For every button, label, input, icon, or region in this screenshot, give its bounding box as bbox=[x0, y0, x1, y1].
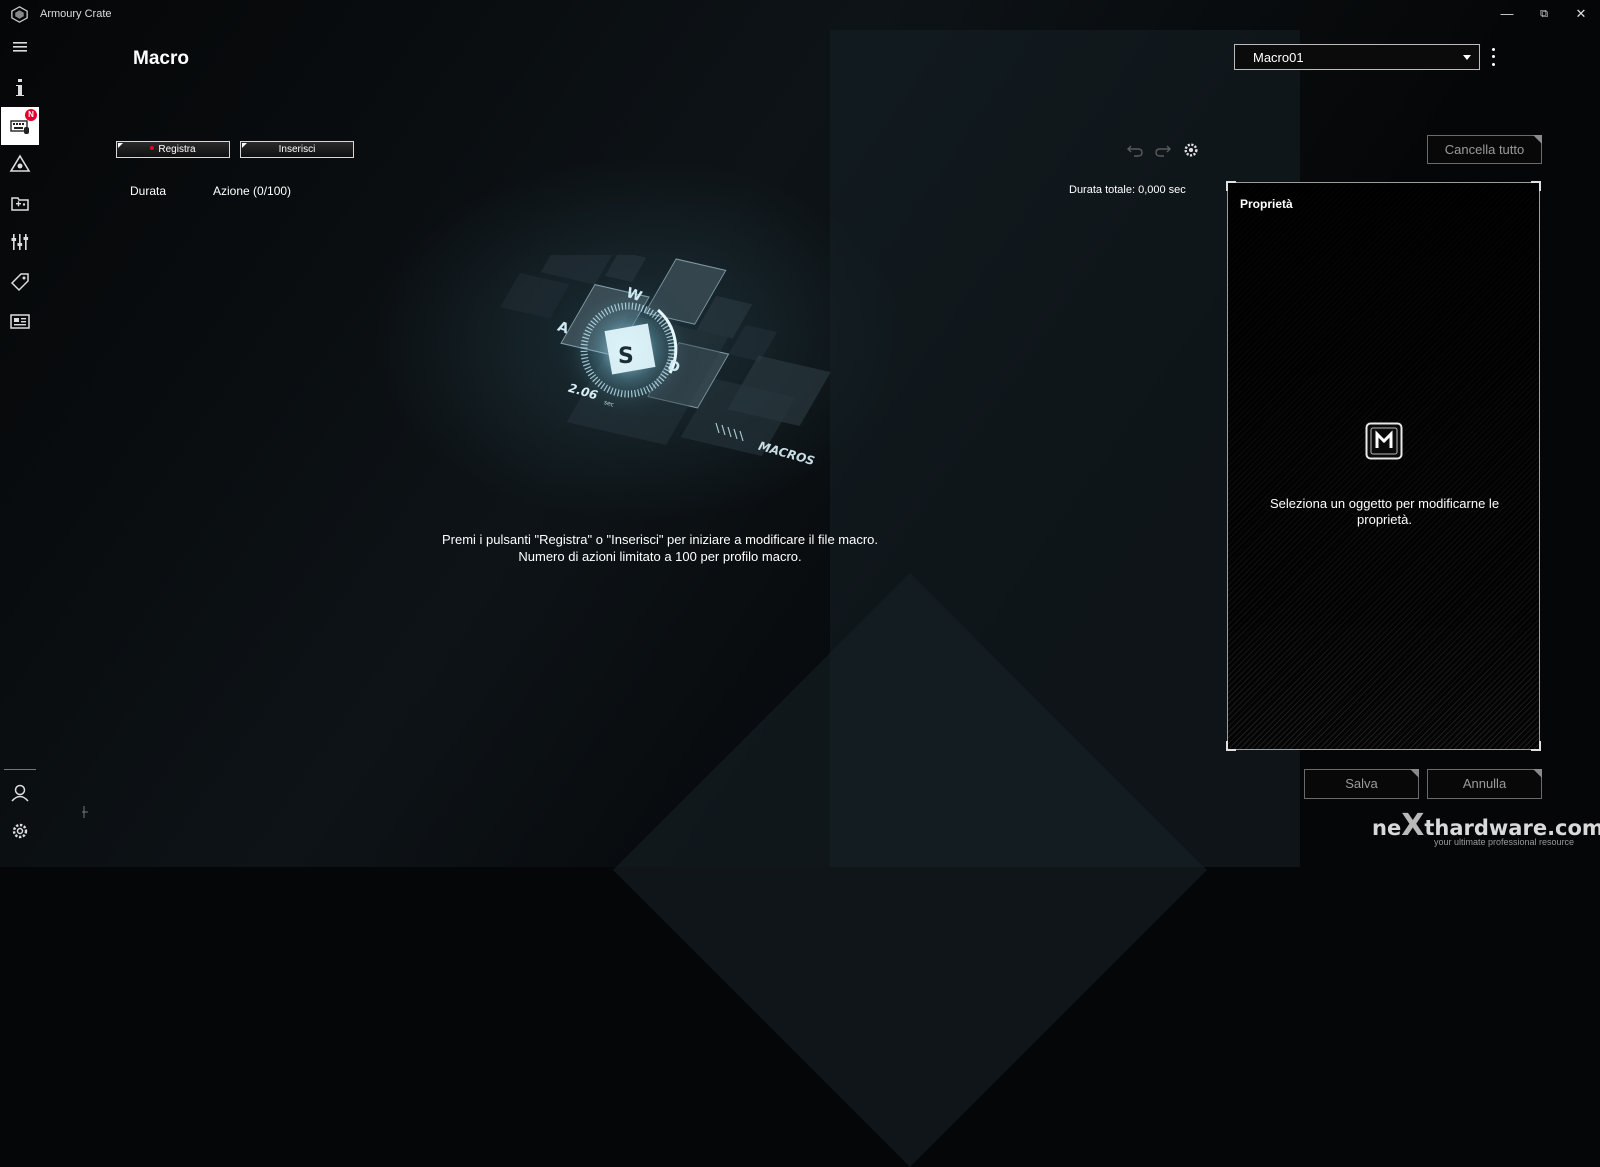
undo-button[interactable] bbox=[1124, 139, 1146, 161]
macro-profile-value: Macro01 bbox=[1253, 50, 1304, 65]
panel-corner bbox=[1226, 181, 1236, 191]
panel-corner bbox=[1531, 181, 1541, 191]
key-s-label: S bbox=[618, 344, 634, 369]
record-dot-icon bbox=[150, 146, 155, 151]
properties-panel: Proprietà Seleziona un oggetto per modif… bbox=[1226, 181, 1541, 751]
page-title: Macro bbox=[133, 48, 189, 69]
deals-tag-icon bbox=[10, 273, 29, 292]
empty-state-message: Premi i pulsanti "Registra" o "Inserisci… bbox=[380, 531, 940, 565]
sidebar: N bbox=[0, 28, 40, 867]
sidebar-item-news[interactable] bbox=[4, 305, 36, 337]
gear-icon bbox=[1184, 143, 1198, 157]
notification-badge: N bbox=[25, 109, 37, 121]
cancel-button[interactable]: Annulla bbox=[1427, 769, 1542, 799]
sidebar-divider bbox=[4, 769, 36, 770]
column-header-action: Azione (0/100) bbox=[213, 184, 292, 198]
macros-label: MACROS bbox=[757, 439, 816, 468]
app-title: Armoury Crate bbox=[40, 8, 112, 20]
save-button[interactable]: Salva bbox=[1304, 769, 1419, 799]
macro-keys-illustration: S W A D 2.06 sec MACROS bbox=[500, 255, 831, 468]
aura-triangle-icon bbox=[9, 154, 31, 172]
clear-all-button[interactable]: Cancella tutto bbox=[1427, 135, 1542, 164]
gear-icon bbox=[12, 823, 28, 839]
sidebar-item-settings[interactable] bbox=[4, 226, 36, 258]
empty-state-line1: Premi i pulsanti "Registra" o "Inserisci… bbox=[441, 532, 879, 547]
title-bar: Armoury Crate — ⧉ ✕ bbox=[0, 0, 1600, 28]
watermark-tagline: your ultimate professional resource bbox=[1434, 837, 1575, 847]
sidebar-item-aura[interactable] bbox=[4, 148, 36, 180]
background-shape bbox=[613, 573, 1207, 1167]
minimize-button[interactable]: — bbox=[1494, 4, 1520, 24]
sidebar-item-game-library[interactable] bbox=[4, 187, 36, 219]
column-header-duration: Durata bbox=[130, 184, 167, 198]
sidebar-item-deals[interactable] bbox=[4, 266, 36, 298]
game-library-icon bbox=[11, 197, 29, 211]
hamburger-menu-icon bbox=[13, 42, 27, 52]
more-options-icon[interactable] bbox=[1488, 46, 1498, 68]
panel-corner bbox=[1531, 741, 1541, 751]
total-duration: Durata totale: 0,000 sec bbox=[1069, 184, 1186, 196]
redo-icon bbox=[1155, 145, 1171, 157]
redo-button[interactable] bbox=[1152, 139, 1174, 161]
panel-corner bbox=[1226, 741, 1236, 751]
properties-empty-message: Seleziona un oggetto per modificarne le … bbox=[1269, 496, 1500, 527]
sidebar-item-settings-gear[interactable] bbox=[4, 815, 36, 847]
app-logo-icon bbox=[11, 6, 28, 23]
sidebar-item-user[interactable] bbox=[4, 777, 36, 809]
watermark-brand-x: X bbox=[1401, 808, 1425, 843]
crosshair-decoration bbox=[82, 806, 88, 818]
record-button-label: Registra bbox=[158, 144, 196, 155]
news-icon bbox=[10, 314, 30, 329]
chevron-down-icon bbox=[1463, 55, 1471, 60]
settings-sliders-icon bbox=[11, 234, 29, 250]
user-profile-icon bbox=[11, 784, 29, 802]
close-button[interactable]: ✕ bbox=[1568, 4, 1594, 24]
watermark: neXthardware.com your ultimate professio… bbox=[1368, 803, 1600, 867]
macro-profile-select[interactable]: Macro01 bbox=[1234, 44, 1480, 70]
sidebar-item-device[interactable]: N bbox=[1, 107, 39, 145]
macro-m-icon bbox=[1365, 422, 1403, 460]
maximize-button[interactable]: ⧉ bbox=[1531, 4, 1557, 24]
record-button[interactable]: Registra bbox=[116, 141, 230, 158]
sidebar-item-info[interactable] bbox=[4, 71, 36, 103]
macro-settings-button[interactable] bbox=[1180, 139, 1202, 161]
sidebar-menu-button[interactable] bbox=[4, 31, 36, 63]
info-icon bbox=[16, 79, 24, 96]
properties-title: Proprietà bbox=[1240, 197, 1293, 211]
insert-button[interactable]: Inserisci bbox=[240, 141, 354, 158]
empty-state-line2: Numero di azioni limitato a 100 per prof… bbox=[518, 549, 802, 564]
undo-icon bbox=[1127, 145, 1143, 157]
watermark-brand-left: ne bbox=[1372, 816, 1402, 840]
